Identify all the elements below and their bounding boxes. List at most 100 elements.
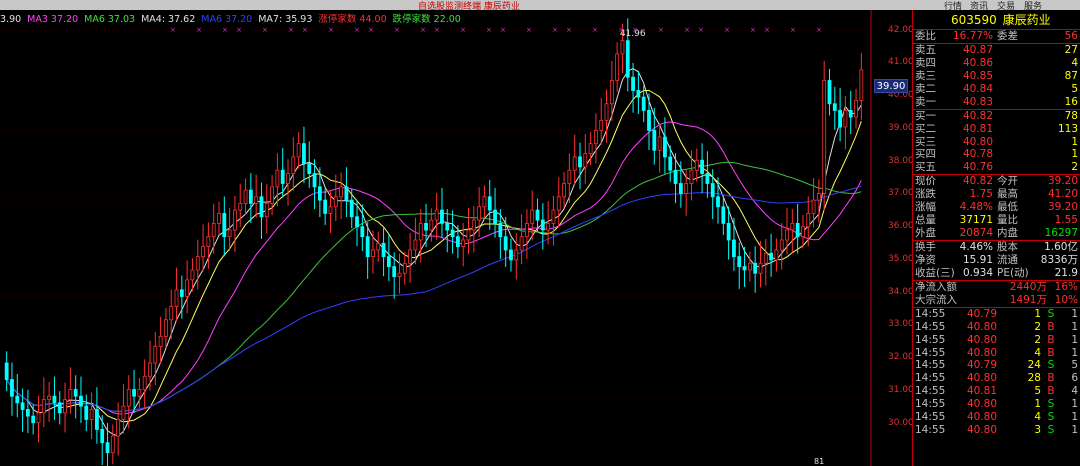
stock-code: 603590	[951, 13, 997, 27]
signal-marker: ×	[222, 26, 228, 34]
bid-row[interactable]: 买三 40.80 1	[913, 136, 1080, 149]
candle-body	[795, 222, 800, 238]
candle-body	[503, 236, 508, 251]
candle-body	[525, 222, 529, 238]
candle-body	[68, 389, 73, 400]
candle-body	[10, 379, 14, 397]
tick-volume: 1	[1034, 307, 1041, 320]
tick-list[interactable]: 14:55 40.79 1 S 1 14:55 40.80 2 B 1 14:55 40.80 2 B 1 1…	[913, 308, 1080, 437]
candle-body	[174, 289, 179, 307]
candle-body	[116, 419, 121, 437]
y-tick-label: 35.00	[888, 253, 914, 264]
candle-body	[402, 262, 407, 274]
ma-line	[6, 161, 862, 412]
bid-row[interactable]: 买一 40.82 78	[913, 110, 1080, 123]
bid-row[interactable]: 买五 40.76 2	[913, 161, 1080, 174]
candle-body	[625, 40, 630, 78]
candle-body	[445, 222, 450, 231]
bid-row[interactable]: 买四 40.78 1	[913, 148, 1080, 161]
tick-count: 1	[1071, 346, 1078, 359]
row-value-2: 39.20	[1047, 175, 1078, 188]
ask-row[interactable]: 卖二 40.84 5	[913, 83, 1080, 96]
ask-label: 卖五	[915, 43, 936, 56]
row-value: 37171	[959, 214, 993, 227]
row-label: 总量	[915, 214, 936, 227]
candle-body	[195, 256, 200, 271]
candle-body	[535, 209, 540, 221]
candle-body	[41, 399, 46, 414]
bid-label: 买一	[915, 109, 936, 122]
signal-marker: ×	[394, 26, 400, 34]
candle-body	[663, 136, 667, 158]
tick-time: 14:55	[915, 411, 946, 424]
tick-price: 40.81	[966, 385, 997, 398]
row-label-2: 最高	[997, 188, 1018, 201]
candle-body	[588, 143, 593, 154]
tick-side: B	[1047, 346, 1055, 359]
candle-body	[31, 415, 36, 424]
tick-row: 14:55 40.79 1 S 1	[913, 308, 1080, 321]
tick-side: S	[1047, 411, 1055, 424]
tick-price: 40.80	[966, 346, 997, 359]
candle-body	[710, 183, 715, 198]
candle-body	[450, 229, 455, 238]
candle-body	[328, 206, 333, 214]
tick-price: 40.80	[966, 424, 997, 437]
kline-chart[interactable]: 41.9628.4881××××××××××××××××××××××××××××…	[0, 10, 912, 466]
signal-marker: ×	[618, 26, 624, 34]
candle-body	[36, 412, 41, 424]
candle-body	[609, 80, 614, 105]
flow-pct: 16%	[1054, 280, 1078, 293]
tick-row: 14:55 40.80 4 S 1	[913, 411, 1080, 424]
webi-label: 委比	[915, 30, 936, 42]
tick-count: 1	[1071, 307, 1078, 320]
signal-marker: ×	[552, 26, 558, 34]
candle-body	[376, 242, 381, 251]
signal-marker: ×	[262, 26, 268, 34]
ask-row[interactable]: 卖四 40.86 4	[913, 57, 1080, 70]
tick-price: 40.80	[966, 320, 997, 333]
signal-marker: ×	[460, 26, 466, 34]
candle-body	[806, 213, 811, 228]
candle-body	[206, 236, 211, 248]
ask-row[interactable]: 卖一 40.83 16	[913, 96, 1080, 109]
candle-body	[15, 395, 20, 404]
candle-body	[105, 442, 110, 454]
bid-row[interactable]: 买二 40.81 113	[913, 123, 1080, 136]
candle-body	[264, 203, 269, 218]
signal-marker: ×	[328, 26, 334, 34]
row-value: 4.48%	[959, 201, 993, 214]
candle-body	[859, 69, 864, 101]
candle-body	[408, 249, 413, 264]
fundamental-row: 收益(三) 0.934 PE(动) 21.9	[913, 267, 1080, 280]
ma-line	[6, 121, 862, 415]
row-value-2: 39.20	[1047, 201, 1078, 214]
signal-marker: ×	[592, 26, 598, 34]
candle-body	[684, 183, 689, 194]
candle-body	[716, 196, 720, 208]
candle-body	[721, 206, 726, 224]
candle-body	[333, 196, 338, 208]
candle-body	[190, 269, 195, 281]
signal-marker: ×	[288, 26, 294, 34]
y-tick-label: 41.00	[888, 57, 914, 68]
ask-volume: 87	[1064, 69, 1078, 82]
ask-row[interactable]: 卖五 40.87 27	[913, 44, 1080, 57]
candle-body	[694, 159, 699, 171]
tick-volume: 4	[1034, 346, 1041, 359]
candle-body	[397, 272, 402, 277]
flow-pct: 10%	[1054, 293, 1078, 306]
legend-item: MA7: 35.93	[258, 14, 313, 25]
candle-body	[52, 395, 57, 404]
weicha-value: 56	[1064, 30, 1078, 42]
candle-body	[816, 193, 821, 201]
ask-row[interactable]: 卖三 40.85 87	[913, 70, 1080, 83]
bid-volume: 78	[1064, 109, 1078, 122]
bid-volume: 113	[1057, 122, 1078, 135]
stock-name: 康辰药业	[1002, 13, 1051, 27]
tick-price: 40.80	[966, 333, 997, 346]
candle-body	[434, 209, 439, 221]
signal-marker: ×	[486, 26, 492, 34]
webi-row: 委比 16.77% 委差 56	[913, 30, 1080, 43]
candle-body	[286, 173, 290, 184]
